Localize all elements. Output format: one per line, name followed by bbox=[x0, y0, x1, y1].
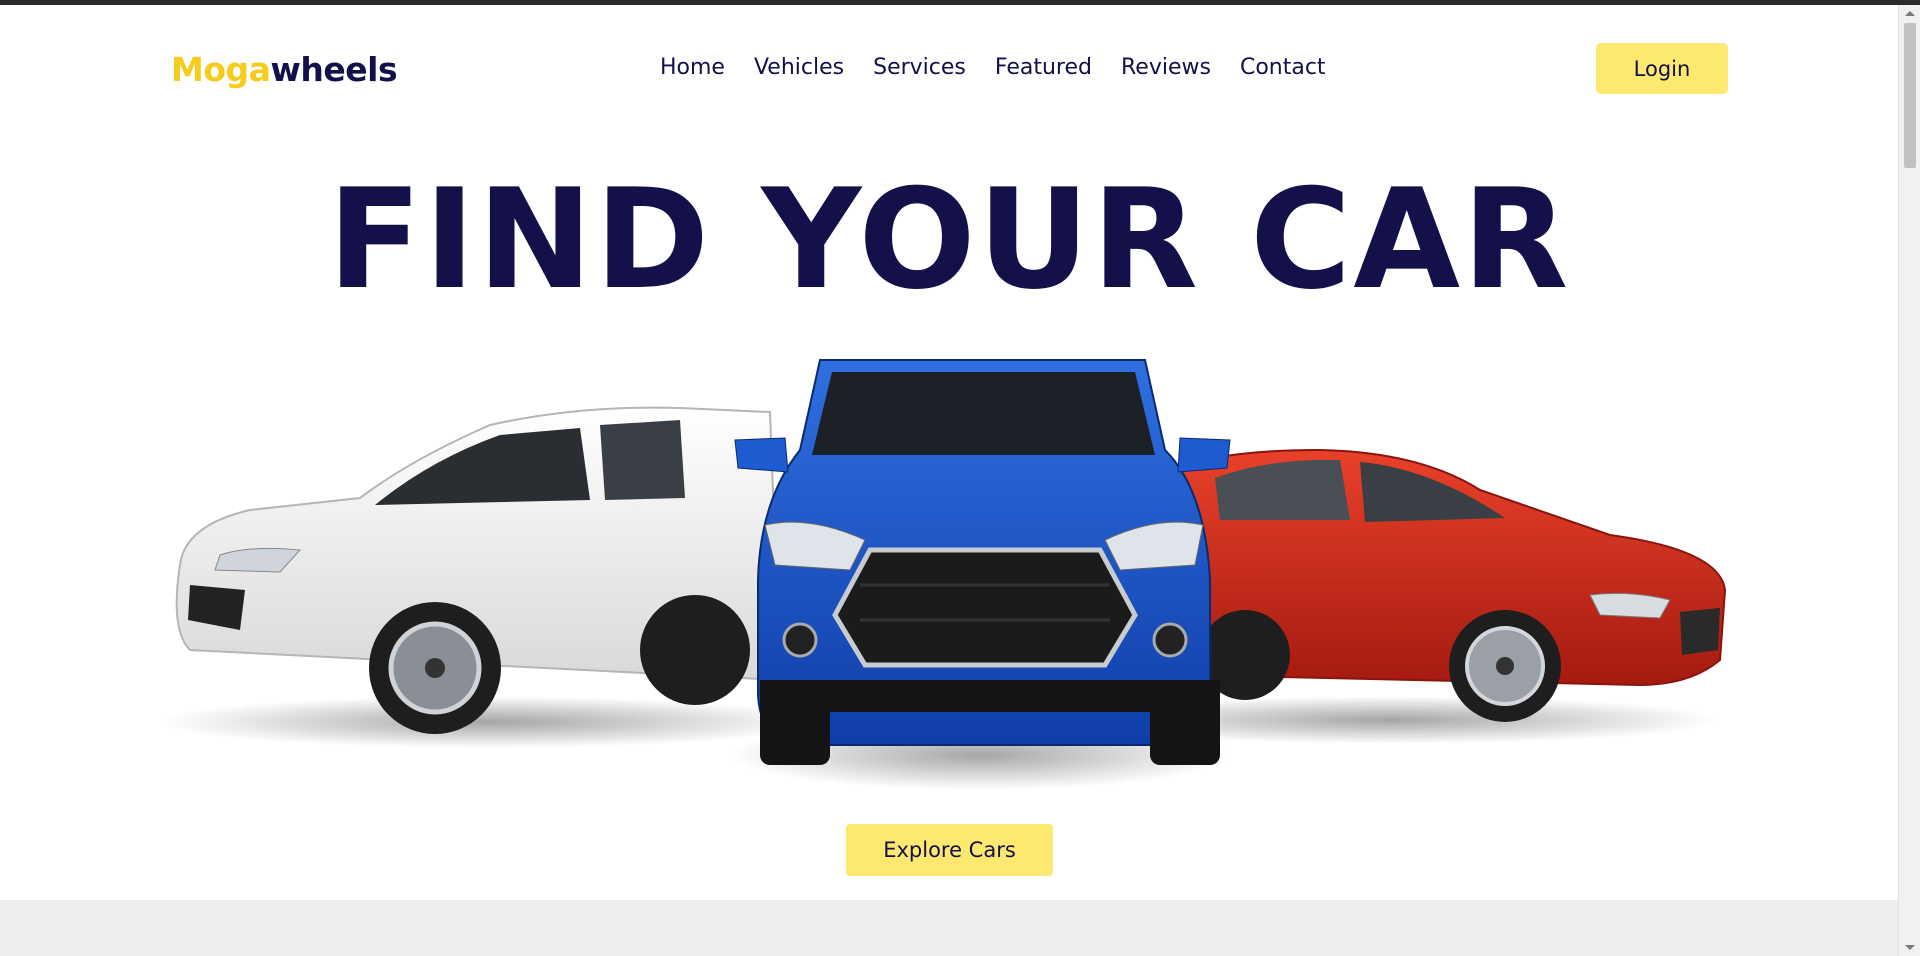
nav-reviews[interactable]: Reviews bbox=[1121, 55, 1211, 80]
scroll-down-arrow-icon[interactable] bbox=[1905, 945, 1915, 950]
white-suv bbox=[175, 406, 782, 734]
scroll-up-arrow-icon[interactable] bbox=[1905, 11, 1915, 16]
explore-cars-button[interactable]: Explore Cars bbox=[846, 824, 1053, 876]
nav-services[interactable]: Services bbox=[873, 55, 966, 80]
next-section-top bbox=[0, 900, 1898, 956]
logo-part-wheels: wheels bbox=[270, 50, 398, 89]
nav-vehicles[interactable]: Vehicles bbox=[754, 55, 844, 80]
login-button[interactable]: Login bbox=[1596, 43, 1728, 94]
red-sedan bbox=[1158, 448, 1727, 722]
page: Mogawheels Home Vehicles Services Featur… bbox=[0, 5, 1898, 956]
main-nav: Home Vehicles Services Featured Reviews … bbox=[660, 55, 1355, 80]
hero-title: FIND YOUR CAR bbox=[327, 159, 1571, 320]
nav-home[interactable]: Home bbox=[660, 55, 725, 80]
nav-contact[interactable]: Contact bbox=[1240, 55, 1326, 80]
page-scrollbar[interactable] bbox=[1898, 5, 1920, 956]
blue-suv bbox=[734, 359, 1231, 765]
logo-part-moga: Moga bbox=[171, 50, 271, 89]
scrollbar-thumb[interactable] bbox=[1904, 23, 1916, 168]
nav-featured[interactable]: Featured bbox=[995, 55, 1092, 80]
logo[interactable]: Mogawheels bbox=[171, 50, 398, 89]
hero-cars-image bbox=[160, 359, 1727, 790]
